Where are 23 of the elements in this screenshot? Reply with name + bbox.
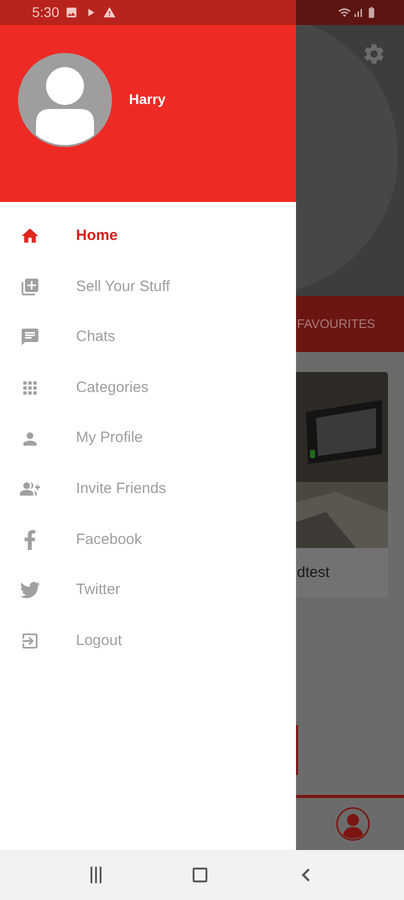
twitter-icon (20, 580, 40, 600)
drawer-item[interactable]: Chats (0, 312, 296, 363)
drawer-item[interactable]: Facebook (0, 514, 296, 566)
drawer-item[interactable]: Twitter (0, 565, 296, 616)
image-icon (65, 6, 78, 19)
user-name: Harry (129, 90, 166, 109)
wifi-icon (338, 6, 351, 19)
drawer-item[interactable]: Invite Friends (0, 464, 296, 515)
drawer-item[interactable]: Logout (0, 616, 296, 666)
signal-icon (352, 6, 364, 18)
drawer-item[interactable]: Sell Your Stuff (0, 262, 296, 312)
drawer-item[interactable]: Categories (0, 362, 296, 414)
status-time: 5:30 (32, 3, 60, 22)
logout-icon (20, 631, 40, 652)
chat-icon (20, 327, 40, 348)
drawer-item[interactable]: My Profile (0, 413, 296, 464)
card-title: dtest (296, 563, 331, 583)
tab[interactable]: FAVOURITES (297, 314, 376, 334)
drawer-item[interactable]: Home (0, 211, 296, 262)
avatar-icon (18, 53, 112, 147)
warning-icon (103, 6, 116, 19)
button-edge (296, 725, 298, 775)
add-photos-icon (20, 276, 40, 297)
